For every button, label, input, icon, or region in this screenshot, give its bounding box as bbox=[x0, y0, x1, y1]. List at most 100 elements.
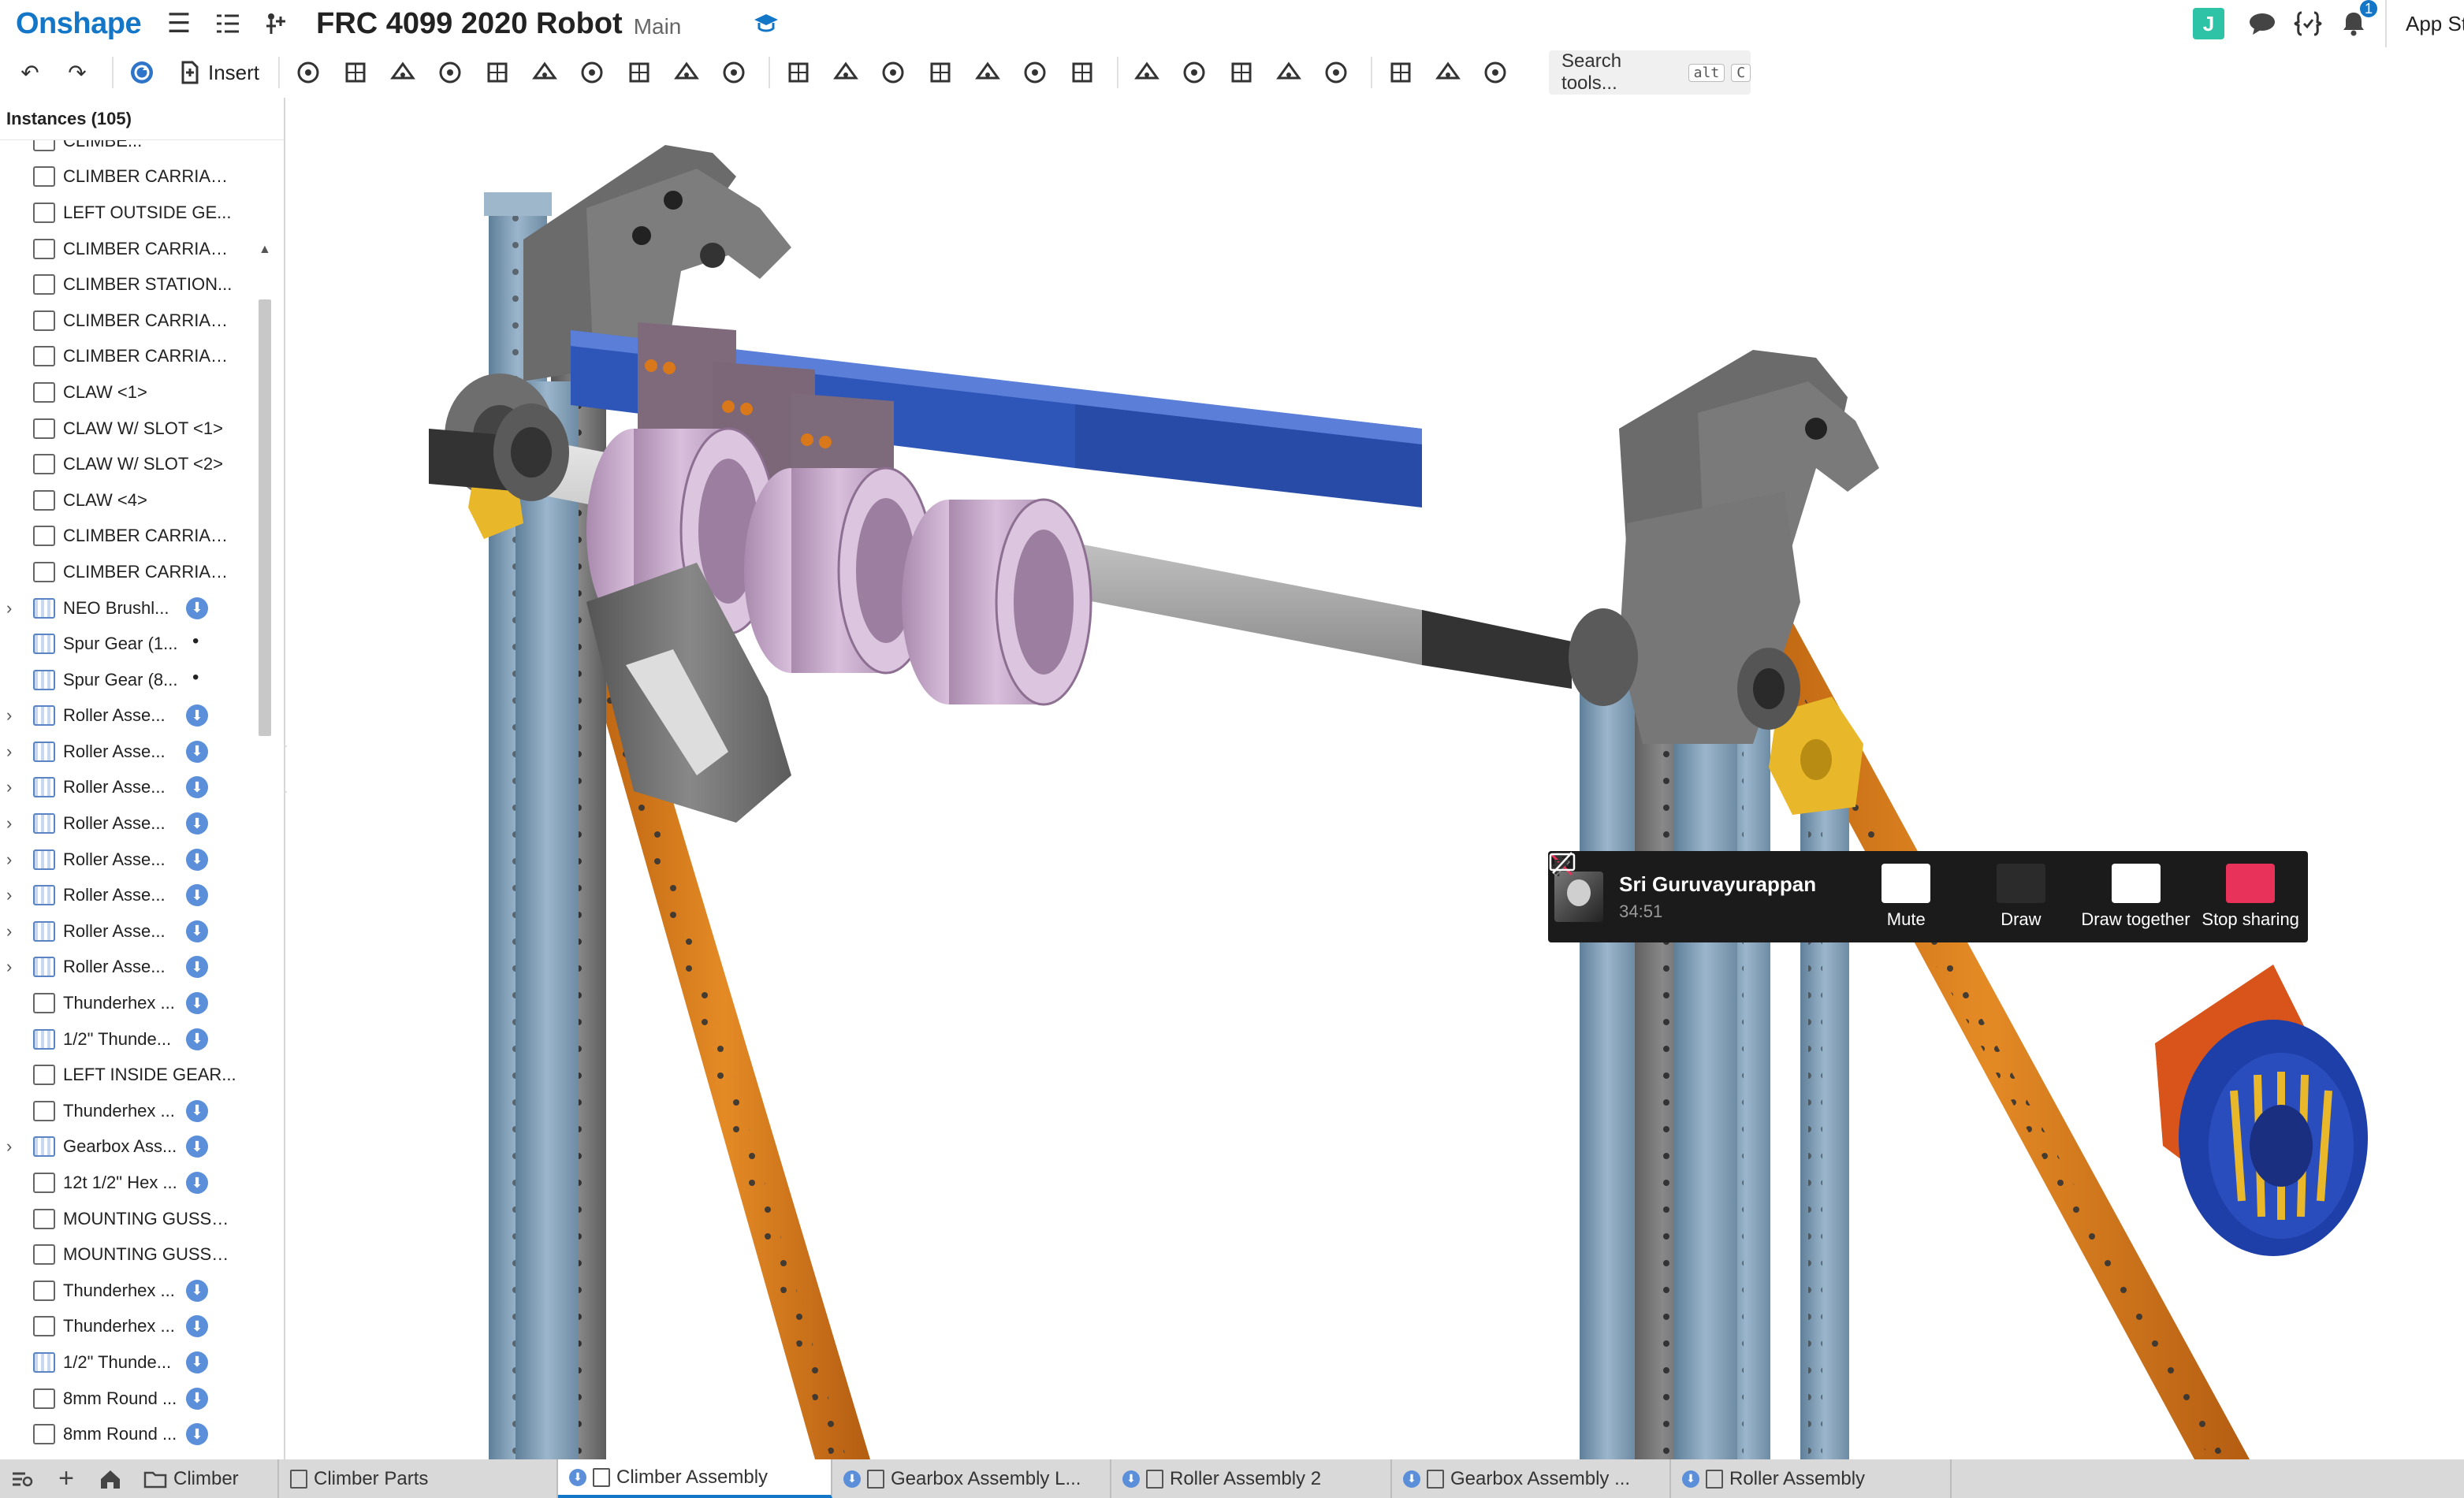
mate-values-icon[interactable] bbox=[1174, 52, 1215, 93]
tab-manager-icon[interactable] bbox=[0, 1459, 44, 1498]
instance-row[interactable]: CLIMBER CARRIAG... bbox=[0, 554, 255, 590]
instance-row[interactable]: › Roller Asse... ⬇ bbox=[0, 913, 255, 950]
expand-chevron-icon[interactable]: › bbox=[6, 598, 22, 619]
tab-climber-assembly[interactable]: ⬇ Climber Assembly bbox=[558, 1459, 832, 1498]
linked-document-icon[interactable]: ⬇ bbox=[186, 848, 208, 871]
mute-button[interactable]: Mute bbox=[1549, 853, 1963, 930]
instance-row[interactable]: › Roller Asse... ⬇ bbox=[0, 734, 255, 770]
instance-row[interactable]: 1/2" Thunde... ⬇ bbox=[0, 1021, 255, 1058]
planar-mate-icon[interactable] bbox=[477, 52, 518, 93]
expand-chevron-icon[interactable]: › bbox=[6, 849, 22, 870]
replicate-icon[interactable] bbox=[873, 52, 914, 93]
feature-list-icon[interactable] bbox=[210, 6, 245, 41]
screw-relation-icon[interactable] bbox=[1126, 52, 1167, 93]
parallel-mate-icon[interactable] bbox=[666, 52, 707, 93]
graphics-viewport[interactable]: Sri Guruvayurappan 34:51 Mute Draw Draw bbox=[287, 98, 2464, 1459]
rack-pinion-icon[interactable] bbox=[1062, 52, 1103, 93]
add-tab-icon[interactable]: + bbox=[44, 1459, 88, 1498]
linked-document-icon[interactable]: ⬇ bbox=[186, 1423, 208, 1446]
expand-chevron-icon[interactable]: › bbox=[6, 921, 22, 942]
scroll-thumb[interactable] bbox=[259, 299, 271, 736]
revolute-mate-icon[interactable] bbox=[382, 52, 423, 93]
instance-row[interactable]: CLAW <4> bbox=[0, 482, 255, 519]
linked-document-icon[interactable]: ⬇ bbox=[186, 597, 208, 619]
tangent-mate-icon[interactable] bbox=[713, 52, 754, 93]
instance-row[interactable]: › NEO Brushl... ⬇ bbox=[0, 590, 255, 626]
instance-row[interactable]: 8mm Round ... ⬇ bbox=[0, 1381, 255, 1417]
tab-gearbox-assembly-l[interactable]: ⬇ Gearbox Assembly L... bbox=[832, 1459, 1111, 1498]
cylindrical-mate-icon[interactable] bbox=[524, 52, 565, 93]
slider-mate-icon[interactable] bbox=[430, 52, 471, 93]
instance-row[interactable]: CLIMBE... bbox=[0, 140, 255, 159]
instance-row[interactable]: CLIMBER CARRIAG... bbox=[0, 159, 255, 195]
section-view-icon[interactable] bbox=[1380, 52, 1421, 93]
instance-row[interactable]: › Roller Asse... ⬇ bbox=[0, 698, 255, 734]
instance-row[interactable]: › Roller Asse... ⬇ bbox=[0, 877, 255, 913]
instance-row[interactable]: Thunderhex ... ⬇ bbox=[0, 1309, 255, 1345]
linked-document-icon[interactable]: ⬇ bbox=[186, 812, 208, 835]
gear-relation-icon[interactable] bbox=[1014, 52, 1055, 93]
app-store-link[interactable]: App Store bbox=[2385, 0, 2464, 47]
instance-row[interactable]: CLAW W/ SLOT <2> bbox=[0, 446, 255, 482]
update-icon[interactable] bbox=[121, 52, 162, 93]
add-variable-icon[interactable] bbox=[259, 6, 294, 41]
fastened-mate-icon[interactable] bbox=[335, 52, 376, 93]
instance-row[interactable]: › Roller Asse... ⬇ bbox=[0, 770, 255, 806]
learning-center-icon[interactable] bbox=[749, 6, 783, 41]
instance-row[interactable]: MOUNTING GUSSE... bbox=[0, 1236, 255, 1273]
expand-chevron-icon[interactable]: › bbox=[6, 742, 22, 762]
instance-row[interactable]: 8mm Round ... ⬇ bbox=[0, 1416, 255, 1452]
redo-icon[interactable]: ↷ bbox=[57, 52, 98, 93]
linked-document-icon[interactable]: ⬇ bbox=[186, 884, 208, 907]
instance-row[interactable]: CLAW W/ SLOT <1> bbox=[0, 411, 255, 447]
linked-document-icon[interactable]: ⬇ bbox=[186, 920, 208, 942]
measure-icon[interactable] bbox=[1316, 52, 1357, 93]
instance-row[interactable]: 12t 1/2" Hex ... ⬇ bbox=[0, 1165, 255, 1201]
instance-row[interactable]: Thunderhex ... ⬇ bbox=[0, 1093, 255, 1129]
linked-document-icon[interactable]: ⬇ bbox=[186, 1136, 208, 1158]
instance-row[interactable]: Thunderhex ... ⬇ bbox=[0, 985, 255, 1021]
linked-document-icon[interactable]: ⬇ bbox=[186, 1315, 208, 1338]
linked-document-icon[interactable]: ⬇ bbox=[186, 1387, 208, 1410]
view-cube-icon[interactable] bbox=[1475, 52, 1516, 93]
tab-roller-assembly[interactable]: ⬇ Roller Assembly bbox=[1671, 1459, 1952, 1498]
named-positions-icon[interactable] bbox=[1268, 52, 1309, 93]
instance-row[interactable]: › Gearbox Ass... ⬇ bbox=[0, 1129, 255, 1165]
instance-row[interactable]: CLIMBER CARRIAG... bbox=[0, 231, 255, 267]
search-tools-button[interactable]: Search tools... alt C bbox=[1549, 50, 1751, 95]
linear-pattern-icon[interactable] bbox=[778, 52, 819, 93]
linked-document-icon[interactable]: ⬇ bbox=[186, 1028, 208, 1050]
instance-row[interactable]: › Roller Asse... ⬇ bbox=[0, 950, 255, 986]
user-avatar[interactable]: J bbox=[2193, 8, 2224, 39]
tab-climber[interactable]: Climber bbox=[132, 1459, 279, 1498]
ball-mate-icon[interactable] bbox=[619, 52, 660, 93]
tab-gearbox-assembly[interactable]: ⬇ Gearbox Assembly ... bbox=[1392, 1459, 1671, 1498]
circular-pattern-icon[interactable] bbox=[825, 52, 866, 93]
linked-document-icon[interactable]: ⬇ bbox=[186, 704, 208, 727]
home-icon[interactable] bbox=[88, 1459, 132, 1498]
instance-row[interactable]: 1/2" Thunde... ⬇ bbox=[0, 1344, 255, 1381]
instance-list-scrollbar[interactable]: ▲ ▼ bbox=[255, 145, 274, 1459]
expand-chevron-icon[interactable]: › bbox=[6, 1136, 22, 1157]
expand-chevron-icon[interactable]: › bbox=[6, 813, 22, 834]
tab-roller-assembly-2[interactable]: ⬇ Roller Assembly 2 bbox=[1111, 1459, 1392, 1498]
mate-connector-icon[interactable] bbox=[288, 52, 329, 93]
instance-row[interactable]: CLIMBER STATION... bbox=[0, 266, 255, 303]
linked-document-icon[interactable]: ⬇ bbox=[186, 1172, 208, 1195]
group-icon[interactable] bbox=[920, 52, 961, 93]
pin-slot-mate-icon[interactable] bbox=[571, 52, 612, 93]
linked-document-icon[interactable]: ⬇ bbox=[186, 1351, 208, 1373]
linked-document-icon[interactable]: ⬇ bbox=[186, 956, 208, 979]
draw-button[interactable]: Draw bbox=[1550, 853, 2079, 930]
branch-label[interactable]: Main bbox=[634, 14, 682, 39]
onshape-logo[interactable]: Onshape bbox=[16, 7, 142, 41]
instance-row[interactable]: CLIMBER CARRIAG... bbox=[0, 339, 255, 375]
featurescript-icon[interactable] bbox=[2291, 6, 2325, 41]
stop-sharing-button[interactable]: Stop sharing bbox=[1549, 852, 2308, 930]
relation-icon[interactable] bbox=[967, 52, 1008, 93]
document-title[interactable]: FRC 4099 2020 Robot bbox=[316, 7, 623, 41]
expand-chevron-icon[interactable]: › bbox=[6, 705, 22, 726]
notifications-bell-icon[interactable]: 1 bbox=[2336, 0, 2377, 41]
explode-icon[interactable] bbox=[1221, 52, 1262, 93]
linked-document-icon[interactable]: ⬇ bbox=[186, 776, 208, 799]
